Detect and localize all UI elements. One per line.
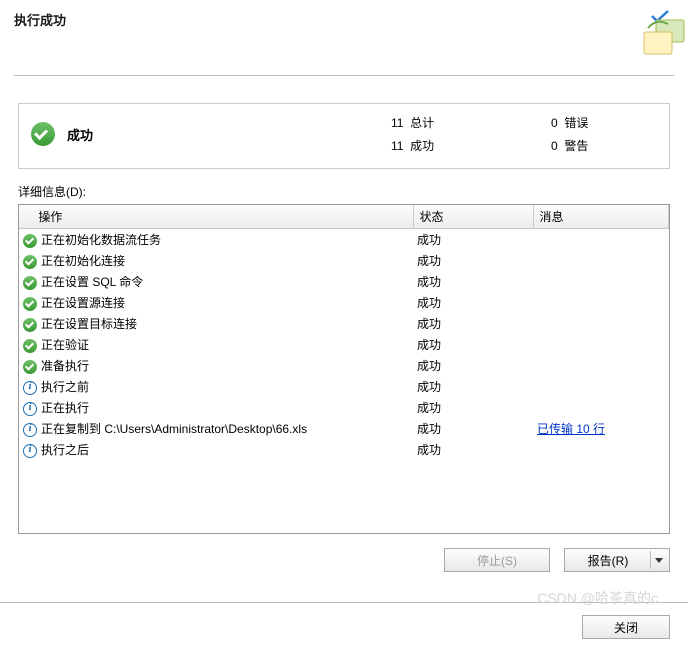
col-header-status[interactable]: 状态 [413,205,533,229]
content-area: 成功 11 总计 11 成功 0 错误 0 警告 详细信息(D): 操作 状态 … [0,91,688,582]
table-row[interactable]: 正在初始化数据流任务 成功 [19,229,669,251]
row-message [533,397,669,418]
col-header-action[interactable]: 操作 [19,205,413,229]
row-action: 正在初始化数据流任务 [41,233,161,247]
header-decoration-icon [634,0,688,60]
row-status: 成功 [413,418,533,439]
row-action: 执行之后 [41,443,89,457]
row-status: 成功 [413,397,533,418]
close-button[interactable]: 关闭 [582,615,670,639]
report-button[interactable]: 报告(R) [564,548,670,572]
row-status: 成功 [413,292,533,313]
row-message [533,271,669,292]
row-action: 正在初始化连接 [41,254,125,268]
info-icon [23,402,37,416]
page-title: 执行成功 [14,10,674,29]
row-message: 已传输 10 行 [533,418,669,439]
row-message [533,313,669,334]
row-action: 正在设置源连接 [41,296,125,310]
chevron-down-icon[interactable] [655,558,663,563]
row-message [533,355,669,376]
row-status: 成功 [413,439,533,460]
row-status: 成功 [413,271,533,292]
dialog-footer: 关闭 [0,603,688,651]
info-icon [23,444,37,458]
row-message [533,229,669,251]
success-icon [31,122,55,146]
row-message [533,439,669,460]
row-action: 正在验证 [41,338,89,352]
message-link[interactable]: 已传输 10 行 [537,422,605,436]
row-status: 成功 [413,355,533,376]
row-action: 正在执行 [41,401,89,415]
success-icon [23,360,37,374]
dialog-header: 执行成功 [0,0,688,91]
row-status: 成功 [413,229,533,251]
row-status: 成功 [413,250,533,271]
stat-col-2: 0 错误 0 警告 [551,114,661,154]
success-icon [23,276,37,290]
info-icon [23,381,37,395]
table-row[interactable]: 正在设置源连接 成功 [19,292,669,313]
details-table: 操作 状态 消息 正在初始化数据流任务成功正在初始化连接成功正在设置 SQL 命… [18,204,670,534]
table-row[interactable]: 正在复制到 C:\Users\Administrator\Desktop\66.… [19,418,669,439]
success-icon [23,339,37,353]
row-message [533,334,669,355]
row-message [533,292,669,313]
table-row[interactable]: 执行之后 成功 [19,439,669,460]
stop-button: 停止(S) [444,548,550,572]
row-message [533,250,669,271]
table-row[interactable]: 正在执行 成功 [19,397,669,418]
success-icon [23,255,37,269]
row-action: 正在设置目标连接 [41,317,137,331]
table-row[interactable]: 正在验证 成功 [19,334,669,355]
row-action: 准备执行 [41,359,89,373]
details-label: 详细信息(D): [18,183,670,200]
row-status: 成功 [413,334,533,355]
row-status: 成功 [413,376,533,397]
row-action: 正在设置 SQL 命令 [41,275,143,289]
stat-col-1: 11 总计 11 成功 [391,114,551,154]
col-header-message[interactable]: 消息 [533,205,669,229]
table-row[interactable]: 准备执行 成功 [19,355,669,376]
row-message [533,376,669,397]
row-status: 成功 [413,313,533,334]
success-icon [23,297,37,311]
table-row[interactable]: 执行之前 成功 [19,376,669,397]
table-row[interactable]: 正在设置 SQL 命令 成功 [19,271,669,292]
table-row[interactable]: 正在初始化连接 成功 [19,250,669,271]
summary-status: 成功 [67,125,93,144]
table-row[interactable]: 正在设置目标连接 成功 [19,313,669,334]
summary-box: 成功 11 总计 11 成功 0 错误 0 警告 [18,103,670,169]
row-action: 执行之前 [41,380,89,394]
button-row: 停止(S) 报告(R) [18,548,670,572]
info-icon [23,423,37,437]
row-action: 正在复制到 C:\Users\Administrator\Desktop\66.… [41,422,307,436]
success-icon [23,318,37,332]
success-icon [23,234,37,248]
